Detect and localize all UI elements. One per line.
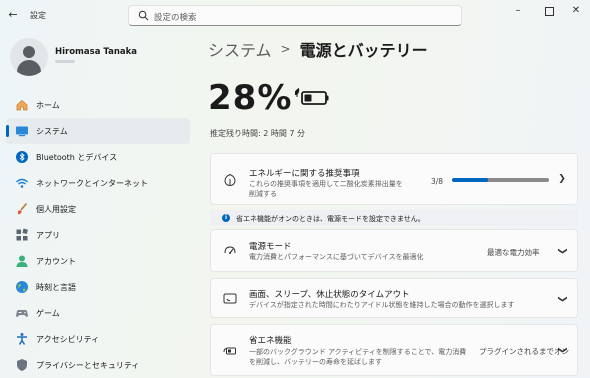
sidebar-item-accounts[interactable]: アカウント (6, 248, 190, 274)
card-title: エネルギーに関する推奨事項 (249, 169, 360, 179)
screen-sleep-timeout-card[interactable]: 画面、スリープ、休止状態のタイムアウト デバイスが指定された時間にわたりアイドル… (210, 278, 578, 318)
sidebar-item-label: アプリ (36, 231, 60, 240)
sidebar-item-privacy[interactable]: プライバシーとセキュリティ (6, 352, 190, 378)
search-input[interactable]: 設定の検索 (128, 5, 462, 26)
power-mode-icon (224, 246, 236, 254)
breadcrumb-separator: > (280, 42, 291, 56)
back-arrow-icon[interactable]: ← (6, 8, 20, 22)
power-mode-select[interactable]: 最適な電力効率 (487, 247, 540, 258)
card-title: 電源モード (249, 242, 292, 252)
search-placeholder: 設定の検索 (154, 13, 197, 23)
brush-icon (17, 202, 28, 215)
sidebar-item-home[interactable]: ホーム (6, 92, 190, 118)
sidebar-item-label: ゲーム (36, 309, 60, 318)
sidebar-item-label: アカウント (36, 257, 76, 266)
breadcrumb: システム > 電源とバッテリー (208, 37, 428, 60)
close-button[interactable]: ✕ (568, 4, 584, 18)
sidebar-item-apps[interactable]: アプリ (6, 222, 190, 248)
sidebar-item-personalization[interactable]: 個人用設定 (6, 196, 190, 222)
sidebar-item-label: アクセシビリティ (36, 335, 100, 344)
chevron-down-icon[interactable]: ❯ (557, 345, 567, 355)
avatar-head (23, 46, 35, 58)
sidebar-item-label: ホーム (36, 101, 60, 110)
gamepad-icon (16, 309, 28, 317)
screen-sleep-icon (223, 293, 237, 304)
title-bar: ← 設定 設定の検索 – ✕ (0, 0, 590, 32)
sidebar-item-label: システム (36, 127, 68, 136)
card-title: 画面、スリープ、休止状態のタイムアウト (249, 290, 410, 300)
globe-icon (16, 281, 28, 293)
energy-recommendations-card[interactable]: エネルギーに関する推奨事項 これらの推奨事項を適用して二酸化炭素排出量を削減する… (210, 153, 578, 205)
system-icon (16, 126, 28, 137)
maximize-icon (544, 7, 554, 16)
progress-fill (452, 178, 489, 182)
accessibility-icon (17, 333, 27, 345)
bluetooth-icon (16, 151, 28, 163)
info-text: 省エネ機能がオンのときは、電源モードを設定できません。 (236, 215, 425, 223)
profile-name: Hiromasa Tanaka (55, 47, 138, 57)
recommendation-progress (452, 178, 549, 182)
profile-email-redacted (55, 60, 75, 63)
sidebar-item-network[interactable]: ネットワークとインターネット (6, 170, 190, 196)
sidebar-item-gaming[interactable]: ゲーム (6, 300, 190, 326)
avatar-body (17, 60, 41, 76)
sidebar-item-label: ネットワークとインターネット (36, 179, 148, 188)
minimize-button[interactable]: – (510, 4, 526, 18)
app-title: 設定 (30, 11, 46, 20)
sidebar-item-time-language[interactable]: 時刻と言語 (6, 274, 190, 300)
apps-icon (16, 228, 28, 241)
shield-icon (17, 359, 27, 371)
leaf-icon (224, 173, 236, 187)
sidebar-item-label: 個人用設定 (36, 205, 76, 214)
card-title: 省エネ機能 (249, 336, 292, 346)
card-description: 電力消費とパフォーマンスに基づいてデバイスを最適化 (249, 253, 424, 261)
card-description: これらの推奨事項を適用して二酸化炭素排出量を削減する (249, 180, 403, 198)
battery-percentage: 28% (208, 78, 293, 118)
sidebar-item-label: 時刻と言語 (36, 283, 76, 292)
battery-saver-icon (294, 88, 329, 105)
page-title: 電源とバッテリー (299, 41, 428, 60)
sidebar-nav: ホーム システム Bluetooth とデバイス ネットワークとインターネット … (6, 92, 190, 378)
info-icon: i (222, 214, 230, 222)
chevron-down-icon[interactable]: ❯ (557, 246, 567, 256)
info-bar: i 省エネ機能がオンのときは、電源モードを設定できません。 (210, 210, 578, 226)
sidebar-item-system[interactable]: システム (6, 118, 190, 144)
card-description: デバイスが指定された時間にわたりアイドル状態を維持した場合の動作を選択します (249, 301, 515, 309)
remaining-time: 推定残り時間: 2 時間 7 分 (210, 129, 306, 138)
wifi-icon (16, 178, 28, 188)
chevron-right-icon: ❯ (558, 174, 566, 184)
chevron-down-icon[interactable]: ❯ (557, 294, 567, 304)
active-indicator (6, 125, 9, 137)
energy-saver-card[interactable]: 省エネ機能 一部のバックグラウンド アクティビティを制限することで、電力消費を削… (210, 324, 578, 376)
home-icon (16, 99, 28, 111)
account-icon (16, 255, 28, 267)
avatar[interactable] (10, 38, 48, 76)
card-description: 一部のバックグラウンド アクティビティを制限することで、電力消費を削減し、バッテ… (249, 348, 467, 366)
sidebar-item-label: プライバシーとセキュリティ (36, 361, 140, 370)
energy-saver-select[interactable]: プラグインされるまでオン (479, 346, 569, 357)
breadcrumb-parent[interactable]: システム (208, 41, 272, 60)
sidebar-item-accessibility[interactable]: アクセシビリティ (6, 326, 190, 352)
power-mode-card[interactable]: 電源モード 電力消費とパフォーマンスに基づいてデバイスを最適化 最適な電力効率 … (210, 229, 578, 272)
sidebar-item-label: Bluetooth とデバイス (36, 153, 118, 162)
maximize-button[interactable] (541, 4, 557, 18)
search-icon (138, 10, 149, 21)
sidebar-item-bluetooth[interactable]: Bluetooth とデバイス (6, 144, 190, 170)
battery-leaf-icon (223, 347, 236, 355)
recommendation-count: 3/8 (431, 177, 444, 186)
